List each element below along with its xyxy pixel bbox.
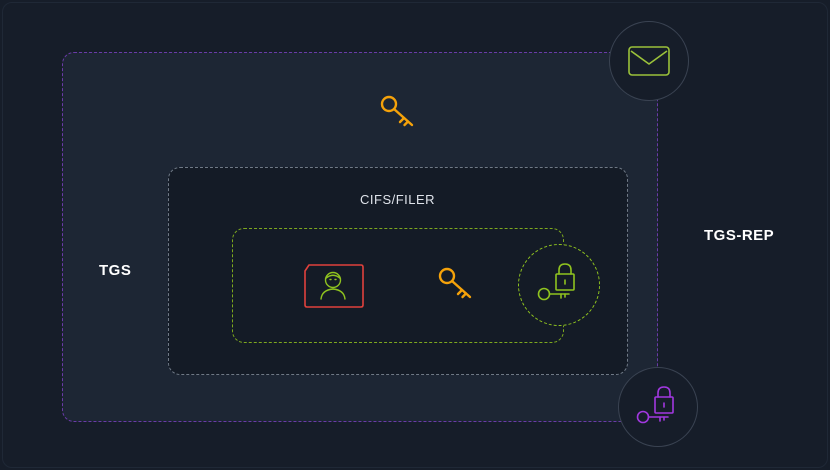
key-lock-icon xyxy=(535,262,583,304)
diagram-stage: CIFS/FILER TGS TGS-REP xyxy=(0,0,830,470)
key-lock-icon xyxy=(634,385,682,427)
tgs-label: TGS xyxy=(99,262,132,279)
tgs-rep-label: TGS-REP xyxy=(704,227,775,244)
encrypted-ticket-box xyxy=(232,228,564,343)
envelope-icon xyxy=(628,46,670,76)
service-name-label: CIFS/FILER xyxy=(360,192,436,207)
session-key-icon xyxy=(378,94,416,130)
user-card-icon xyxy=(303,263,365,309)
key-icon xyxy=(436,266,474,302)
